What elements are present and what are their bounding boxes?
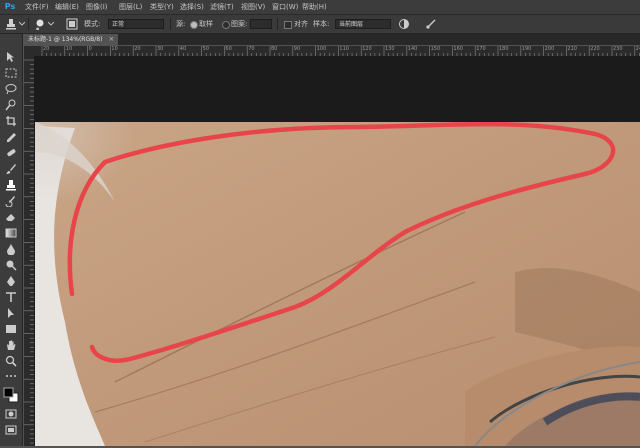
document-tab-bar: 未标题-1 @ 134%(RGB/8) × <box>24 34 640 45</box>
mode-label: 模式: <box>84 20 101 28</box>
hand-tool-icon[interactable] <box>4 339 18 351</box>
ruler-tick-label: 240 <box>635 46 640 52</box>
options-bar: ● 模式: 正常 源: 取样 图案: 对齐 样本: 当前图层 <box>0 15 640 34</box>
vertical-ruler[interactable] <box>24 56 35 446</box>
source-pattern-radio[interactable] <box>222 21 230 29</box>
photo-forehead-closeup[interactable] <box>35 122 640 446</box>
ruler-tick-label: 0 <box>88 46 92 52</box>
sample-label: 样本: <box>313 20 330 28</box>
tools-panel <box>0 34 23 446</box>
menu-bar: Ps 文件(F) 编辑(E) 图像(I) 图层(L) 类型(Y) 选择(S) 滤… <box>0 0 640 15</box>
menu-layer[interactable]: 图层(L) <box>119 2 142 12</box>
svg-text:●: ● <box>36 26 40 30</box>
clone-stamp-icon[interactable] <box>5 18 17 30</box>
ruler-tick-label: 100 <box>316 46 327 52</box>
ruler-tick-label: 90 <box>293 46 301 52</box>
lasso-tool-icon[interactable] <box>4 83 18 95</box>
ruler-tick-label: 170 <box>476 46 486 52</box>
eraser-tool-icon[interactable] <box>4 211 18 223</box>
ruler-tick-label: 190 <box>521 46 532 52</box>
document-tab[interactable]: 未标题-1 @ 134%(RGB/8) × <box>24 34 119 45</box>
crop-tool-icon[interactable] <box>4 115 18 127</box>
ruler-tick-label: 70 <box>248 46 255 52</box>
menu-type[interactable]: 类型(Y) <box>150 2 174 12</box>
ruler-tick-label: 140 <box>407 46 418 52</box>
canvas-pasteboard <box>35 57 640 127</box>
marquee-tool-icon[interactable] <box>4 67 18 79</box>
more-tools-icon[interactable] <box>4 370 18 382</box>
ruler-tick-label: 40 <box>179 46 187 52</box>
blur-tool-icon[interactable] <box>4 243 18 255</box>
horizontal-ruler[interactable]: 20 10 0 10 20 30 40 50 60 70 80 90 100 110 120 130 140 15… <box>34 46 640 57</box>
ruler-tick-label: 30 <box>157 46 164 52</box>
ruler-tick-label: 160 <box>453 46 463 52</box>
eyedropper-tool-icon[interactable] <box>4 131 18 143</box>
zoom-tool-icon[interactable] <box>4 355 18 367</box>
ruler-tick-label: 110 <box>339 46 349 52</box>
pattern-picker[interactable] <box>250 19 272 29</box>
ruler-tick-label: 20 <box>134 46 141 52</box>
ruler-tick-label: 130 <box>385 46 395 52</box>
close-icon[interactable]: × <box>109 34 115 45</box>
pressure-size-icon[interactable] <box>425 18 437 30</box>
chevron-down-icon[interactable] <box>48 21 54 27</box>
source-sampled-label: 取样 <box>199 20 213 28</box>
clone-source-panel-icon[interactable] <box>66 18 78 30</box>
menu-filter[interactable]: 滤镜(T) <box>210 2 234 12</box>
screen-mode-icon[interactable] <box>4 424 18 436</box>
ruler-tick-label: 10 <box>111 46 118 52</box>
ignore-adjustment-layers-icon[interactable] <box>398 18 410 30</box>
photoshop-logo: Ps <box>4 2 16 11</box>
pen-tool-icon[interactable] <box>4 275 18 287</box>
history-brush-tool-icon[interactable] <box>4 195 18 207</box>
ruler-tick-label: 120 <box>362 46 372 52</box>
options-divider <box>277 18 278 30</box>
menu-select[interactable]: 选择(S) <box>180 2 204 12</box>
move-tool-icon[interactable] <box>4 51 18 63</box>
document-tab-title: 未标题-1 @ 134%(RGB/8) <box>28 36 103 43</box>
ruler-tick-label: 210 <box>567 46 577 52</box>
options-divider <box>170 18 171 30</box>
source-pattern-label: 图案: <box>231 20 248 28</box>
source-label: 源: <box>176 20 186 28</box>
quick-selection-tool-icon[interactable] <box>4 99 18 111</box>
menu-edit[interactable]: 编辑(E) <box>55 2 79 12</box>
ruler-tick-label: 60 <box>225 46 232 52</box>
ruler-tick-label: 20 <box>43 46 50 52</box>
mode-dropdown[interactable]: 正常 <box>108 19 164 29</box>
aligned-checkbox[interactable] <box>284 21 292 29</box>
vertical-ruler-ticks <box>24 59 34 444</box>
ruler-tick-label: 200 <box>544 46 555 52</box>
path-selection-tool-icon[interactable] <box>4 307 18 319</box>
source-sampled-radio[interactable] <box>190 21 198 29</box>
rectangle-tool-icon[interactable] <box>4 323 18 335</box>
dodge-tool-icon[interactable] <box>4 259 18 271</box>
color-swatches[interactable] <box>2 386 20 404</box>
ruler-tick-label: 80 <box>271 46 278 52</box>
sample-dropdown[interactable]: 当前图层 <box>335 19 391 29</box>
menu-help[interactable]: 帮助(H) <box>302 2 327 12</box>
ruler-tick-label: 220 <box>590 46 600 52</box>
clone-stamp-tool-icon[interactable] <box>4 179 18 191</box>
ruler-tick-label: 50 <box>202 46 209 52</box>
brush-size-icon[interactable]: ● <box>34 18 46 30</box>
healing-brush-tool-icon[interactable] <box>4 147 18 159</box>
ruler-tick-label: 150 <box>430 46 441 52</box>
ruler-origin[interactable] <box>24 46 34 56</box>
menu-view[interactable]: 视图(V) <box>241 2 265 12</box>
menu-file[interactable]: 文件(F) <box>25 2 49 12</box>
quick-mask-icon[interactable] <box>4 408 18 420</box>
options-divider <box>28 18 29 30</box>
menu-window[interactable]: 窗口(W) <box>272 2 298 12</box>
ruler-tick-label: 180 <box>499 46 509 52</box>
ruler-tick-label: 230 <box>613 46 623 52</box>
type-tool-icon[interactable] <box>4 291 18 303</box>
brush-tool-icon[interactable] <box>4 163 18 175</box>
aligned-label: 对齐 <box>294 20 308 28</box>
ruler-tick-label: 10 <box>65 46 73 52</box>
gradient-tool-icon[interactable] <box>4 227 18 239</box>
chevron-down-icon[interactable] <box>19 21 25 27</box>
menu-image[interactable]: 图像(I) <box>86 2 108 12</box>
